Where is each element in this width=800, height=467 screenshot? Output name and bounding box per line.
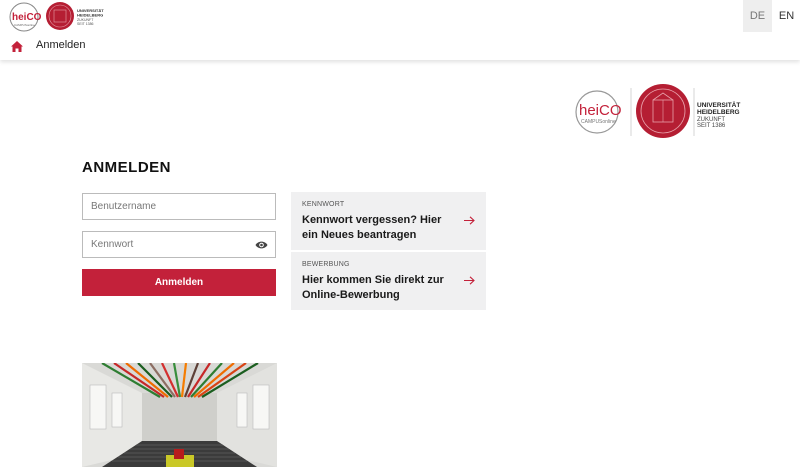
login-button[interactable]: Anmelden bbox=[82, 269, 276, 296]
password-input[interactable] bbox=[83, 232, 275, 257]
password-field[interactable] bbox=[82, 231, 276, 258]
language-de[interactable]: DE bbox=[743, 0, 772, 32]
lecture-hall-image bbox=[82, 363, 277, 467]
home-icon[interactable] bbox=[11, 41, 23, 52]
main-logo-heico: heiCO bbox=[579, 102, 622, 119]
header-logo[interactable]: heiCO CAMPUSonline UNIVERSITÄT HEIDELBER… bbox=[8, 1, 108, 33]
arrow-right-icon bbox=[464, 216, 475, 225]
main-logo-campus: CAMPUSonline bbox=[581, 119, 616, 125]
university-logo: heiCO CAMPUSonline UNIVERSITÄT HEIDELBER… bbox=[575, 84, 740, 138]
breadcrumb-current: Anmelden bbox=[36, 39, 86, 51]
card-kicker: KENNWORT bbox=[302, 201, 345, 208]
main-logo-uni1: UNIVERSITÄT bbox=[697, 101, 740, 109]
arrow-right-icon bbox=[464, 276, 475, 285]
logo-uni-line2: HEIDELBERG bbox=[77, 13, 103, 18]
language-en[interactable]: EN bbox=[772, 0, 800, 32]
forgot-password-card[interactable]: KENNWORT Kennwort vergessen? Hier ein Ne… bbox=[291, 192, 486, 250]
username-input[interactable] bbox=[83, 194, 275, 219]
logo-heico-text: heiCO bbox=[12, 12, 42, 23]
eye-icon[interactable] bbox=[255, 240, 268, 250]
online-application-link[interactable]: Hier kommen Sie direkt zur Online-Bewerb… bbox=[302, 273, 452, 303]
card-kicker: BEWERBUNG bbox=[302, 261, 350, 268]
page-title: ANMELDEN bbox=[82, 159, 171, 176]
forgot-password-link[interactable]: Kennwort vergessen? Hier ein Neues beant… bbox=[302, 213, 452, 243]
logo-uni-line4: SEIT 1386 bbox=[77, 22, 94, 26]
header: heiCO CAMPUSonline UNIVERSITÄT HEIDELBER… bbox=[0, 0, 800, 60]
logo-campus-text: CAMPUSonline bbox=[14, 23, 35, 27]
main-logo-uni2: HEIDELBERG bbox=[697, 109, 740, 116]
username-field[interactable] bbox=[82, 193, 276, 220]
main-logo-uni4: SEIT 1386 bbox=[697, 123, 726, 129]
online-application-card[interactable]: BEWERBUNG Hier kommen Sie direkt zur Onl… bbox=[291, 252, 486, 310]
